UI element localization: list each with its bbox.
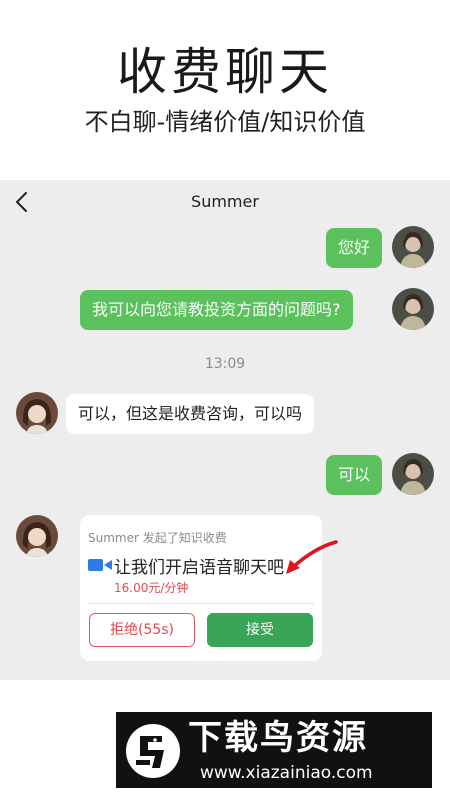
chat-timestamp: 13:09: [204, 356, 246, 372]
message-bubble-outgoing: 可以: [326, 455, 383, 495]
chat-screen: Summer 您好 我可以向您请教投资方面的问题吗? 13:09 可以，但这是收…: [0, 180, 450, 680]
paid-chat-request-card: Summer 发起了知识收费 让我们开启语音聊天吧 16.00元/分钟 拒绝(5…: [80, 515, 322, 661]
avatar-contact[interactable]: [16, 515, 58, 557]
hero-section: 收费聊天 不白聊-情绪价值/知识价值: [0, 0, 450, 180]
contact-name: Summer: [191, 192, 259, 211]
card-message: 让我们开启语音聊天吧: [114, 558, 284, 578]
page: 收费聊天 不白聊-情绪价值/知识价值 Summer 您好 我可以向您请教投资方面…: [0, 0, 450, 800]
message-bubble-outgoing: 您好: [326, 228, 383, 268]
accept-button[interactable]: 接受: [207, 613, 313, 647]
video-camera-icon: [88, 559, 112, 571]
watermark-banner: 下载鸟资源 www.xiazainiao.com: [116, 712, 432, 788]
card-divider: [88, 603, 314, 604]
annotation-arrow-icon: [286, 540, 338, 574]
avatar-contact[interactable]: [16, 392, 58, 434]
hero-title: 收费聊天: [117, 43, 333, 101]
avatar-me[interactable]: [392, 453, 434, 495]
card-price: 16.00元/分钟: [114, 581, 189, 595]
message-bubble-incoming: 可以，但这是收费咨询，可以吗: [66, 394, 315, 434]
watermark-name: 下载鸟资源: [188, 718, 368, 758]
watermark-url: www.xiazainiao.com: [200, 763, 373, 783]
avatar-me[interactable]: [392, 226, 434, 268]
reject-button[interactable]: 拒绝(55s): [89, 613, 195, 647]
hero-subtitle: 不白聊-情绪价值/知识价值: [84, 108, 366, 136]
chat-nav-bar: Summer: [0, 180, 450, 224]
avatar-me[interactable]: [392, 288, 434, 330]
message-bubble-outgoing: 我可以向您请教投资方面的问题吗?: [80, 290, 353, 330]
bird-logo-icon: [126, 724, 180, 778]
card-header-text: Summer 发起了知识收费: [88, 531, 227, 545]
